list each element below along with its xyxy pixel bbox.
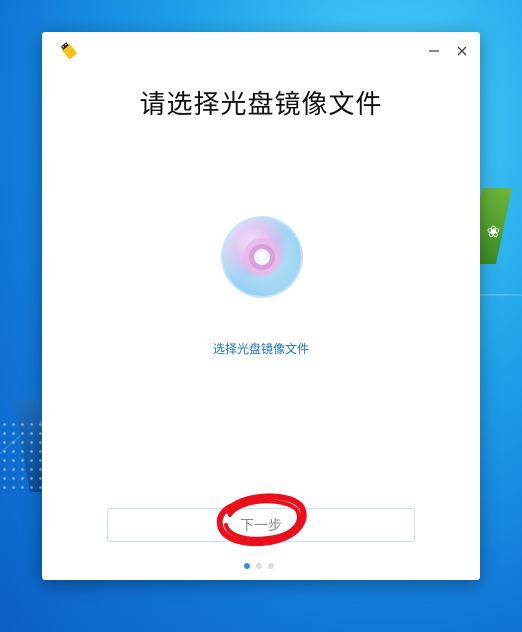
wallpaper-butterfly-icon: ❀ [486,222,500,241]
page-dot-3 [268,563,274,569]
usb-drive-icon [60,42,77,59]
close-button[interactable] [452,41,472,61]
select-iso-link[interactable]: 选择光盘镜像文件 [42,340,480,357]
next-button[interactable]: 下一步 [107,508,415,542]
disc-icon[interactable] [220,215,304,299]
page-indicator [244,563,274,569]
minimize-button[interactable] [424,41,444,61]
close-icon [457,46,467,56]
page-dot-2 [256,563,262,569]
dialog-title: 请选择光盘镜像文件 [139,90,383,120]
page-dot-1 [244,563,250,569]
iso-select-dialog: 请选择光盘镜像文件 选择光盘镜像文件 下一步 [42,32,480,580]
minimize-icon [429,50,439,52]
